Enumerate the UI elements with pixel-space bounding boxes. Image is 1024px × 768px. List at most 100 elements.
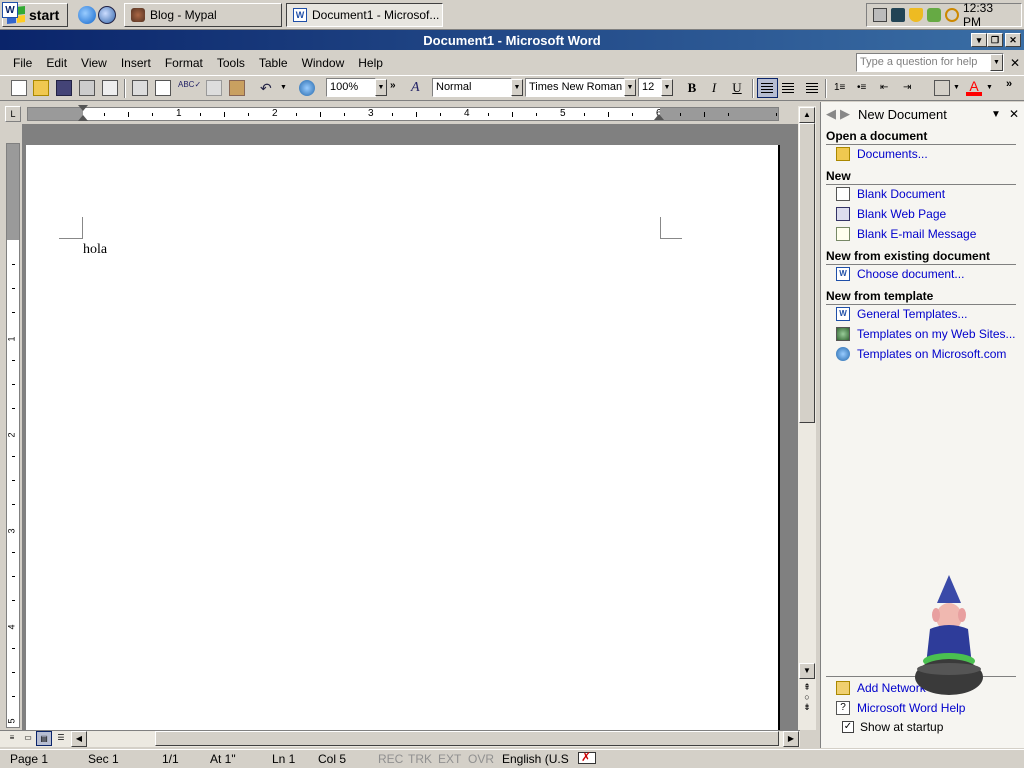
scroll-up-button[interactable]: ▲ [799, 107, 815, 123]
underline-button[interactable]: U [727, 79, 747, 98]
new-document-icon[interactable] [11, 80, 27, 96]
tab-selector[interactable]: L [5, 106, 21, 122]
undo-dropdown-arrow[interactable]: ▼ [280, 84, 287, 91]
font-size-dropdown-arrow[interactable]: ▼ [661, 79, 673, 96]
right-indent-marker[interactable] [654, 114, 664, 120]
horizontal-scroll-thumb[interactable] [155, 731, 779, 746]
print-icon[interactable] [132, 80, 148, 96]
status-ext[interactable]: EXT [428, 752, 461, 766]
scroll-down-button[interactable]: ▼ [799, 663, 815, 679]
align-left-button[interactable] [757, 78, 778, 98]
toolbar-options-chevron-icon[interactable]: » [390, 80, 396, 91]
menu-view[interactable]: View [74, 56, 114, 70]
show-at-startup-checkbox[interactable]: ✓ [842, 721, 854, 733]
status-rec[interactable]: REC [368, 752, 403, 766]
menu-window[interactable]: Window [295, 56, 352, 70]
italic-button[interactable]: I [704, 79, 724, 98]
font-name-combo[interactable]: Times New Roman [525, 78, 625, 97]
center-align-icon[interactable] [782, 83, 794, 93]
style-combo[interactable]: Normal [432, 78, 512, 97]
link-word-help[interactable]: ? Microsoft Word Help [836, 701, 965, 715]
insert-hyperlink-icon[interactable] [299, 80, 315, 96]
undo-icon[interactable]: ↶ [260, 80, 276, 96]
vertical-ruler[interactable]: 1 2 3 4 5 [6, 143, 20, 728]
align-right-icon[interactable] [806, 83, 818, 93]
font-size-combo[interactable]: 12 [638, 78, 662, 97]
scroll-right-button[interactable]: ▶ [783, 731, 799, 747]
help-question-input[interactable]: Type a question for help [856, 53, 1004, 72]
network-icon[interactable] [927, 8, 941, 22]
keyboard-icon[interactable] [873, 8, 887, 22]
print-layout-view-icon[interactable]: ▤ [36, 731, 52, 746]
word-app-icon[interactable]: W [2, 2, 18, 18]
link-blank-web-page[interactable]: Blank Web Page [836, 207, 946, 221]
decrease-indent-icon[interactable]: ⇤ [880, 80, 896, 96]
link-documents[interactable]: Documents... [836, 147, 928, 161]
help-dropdown-arrow[interactable]: ▼ [990, 54, 1003, 71]
first-line-indent-marker[interactable] [78, 105, 88, 111]
web-layout-view-icon[interactable]: ▭ [20, 731, 36, 746]
wizard-tray-icon[interactable] [891, 8, 905, 22]
restore-button[interactable]: ❐ [987, 33, 1003, 47]
shield-icon[interactable] [909, 8, 923, 22]
font-color-dropdown-arrow[interactable]: ▼ [986, 84, 993, 91]
clock[interactable]: 12:33 PM [963, 1, 1013, 29]
status-pages[interactable]: 1/1 [152, 752, 200, 766]
taskbar-item-blog-mypal[interactable]: Blog - Mypal [124, 3, 282, 27]
scroll-left-button[interactable]: ◀ [71, 731, 87, 747]
menu-edit[interactable]: Edit [39, 56, 74, 70]
status-at[interactable]: At 1" [200, 752, 262, 766]
outline-view-icon[interactable]: ☰ [53, 731, 69, 746]
menu-table[interactable]: Table [252, 56, 295, 70]
close-document-button[interactable]: ✕ [1010, 56, 1020, 70]
paste-icon[interactable] [229, 80, 245, 96]
task-pane-close-button[interactable]: ✕ [1009, 107, 1019, 121]
link-blank-document[interactable]: Blank Document [836, 187, 945, 201]
horizontal-ruler[interactable]: 1 2 3 4 5 6 7 [27, 105, 779, 121]
back-arrow-icon[interactable]: ◀ [826, 106, 836, 122]
browser-quicklaunch-icon[interactable] [98, 6, 116, 24]
open-folder-icon[interactable] [33, 80, 49, 96]
numbering-icon[interactable]: 1≡ [834, 80, 850, 96]
search-icon[interactable] [945, 8, 959, 22]
borders-icon[interactable] [934, 80, 950, 96]
link-general-templates[interactable]: W General Templates... [836, 307, 968, 321]
taskbar-item-document1[interactable]: W Document1 - Microsof... [286, 3, 443, 27]
zoom-combo[interactable]: 100% [326, 78, 376, 97]
link-blank-email[interactable]: Blank E-mail Message [836, 227, 976, 241]
status-column[interactable]: Col 5 [308, 752, 368, 766]
spelling-icon[interactable]: ABC✓ [178, 80, 201, 96]
menu-format[interactable]: Format [158, 56, 210, 70]
copy-icon[interactable] [206, 80, 222, 96]
link-templates-web-sites[interactable]: Templates on my Web Sites... [836, 327, 1016, 341]
toolbar-options-chevron-icon[interactable]: » [1006, 78, 1012, 90]
link-choose-document[interactable]: W Choose document... [836, 267, 964, 281]
task-pane-menu-arrow[interactable]: ▼ [991, 109, 1001, 120]
font-name-dropdown-arrow[interactable]: ▼ [624, 79, 636, 96]
print-preview-icon[interactable] [155, 80, 171, 96]
bold-button[interactable]: B [682, 79, 702, 98]
email-document-icon[interactable] [102, 80, 118, 96]
browse-object-buttons[interactable]: ⇞ ○ ⇟ [801, 682, 813, 712]
minimize-button[interactable]: ▾ [971, 33, 987, 47]
status-ovr[interactable]: OVR [458, 752, 494, 766]
status-page[interactable]: Page 1 [0, 752, 78, 766]
zoom-dropdown-arrow[interactable]: ▼ [375, 79, 387, 96]
styles-formatting-icon[interactable]: A [411, 80, 427, 96]
window-title-bar[interactable]: Document1 - Microsoft Word [0, 30, 1024, 50]
link-templates-microsoft[interactable]: Templates on Microsoft.com [836, 347, 1006, 361]
save-icon[interactable] [56, 80, 72, 96]
font-color-icon[interactable]: A [966, 79, 982, 96]
bullets-icon[interactable]: •≡ [857, 80, 873, 96]
menu-insert[interactable]: Insert [114, 56, 158, 70]
forward-arrow-icon[interactable]: ▶ [840, 106, 850, 122]
hanging-indent-marker[interactable] [78, 115, 88, 121]
increase-indent-icon[interactable]: ⇥ [903, 80, 919, 96]
menu-help[interactable]: Help [351, 56, 390, 70]
menu-tools[interactable]: Tools [210, 56, 252, 70]
status-language[interactable]: English (U.S [492, 752, 572, 766]
internet-explorer-icon[interactable] [78, 6, 96, 24]
vertical-scroll-thumb[interactable] [799, 123, 815, 423]
normal-view-icon[interactable]: ≡ [4, 731, 20, 746]
office-assistant-merlin[interactable] [912, 573, 986, 701]
